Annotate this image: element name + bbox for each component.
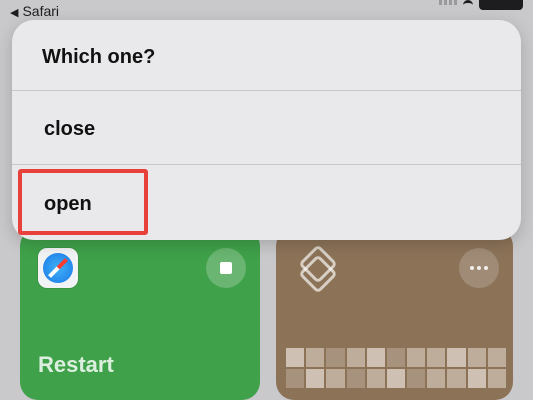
cellular-signal-icon (439, 0, 457, 6)
shortcut-title: Restart (38, 352, 114, 377)
option-label: close (44, 118, 96, 140)
highlight-box (18, 169, 148, 235)
safari-icon (38, 248, 78, 288)
dialog-title: Which one? (42, 46, 156, 68)
back-app-label: Safari (22, 3, 60, 19)
stop-button[interactable] (206, 248, 246, 288)
wifi-icon (463, 0, 473, 9)
more-button[interactable] (459, 248, 499, 288)
option-close[interactable]: close (12, 91, 521, 164)
shortcut-tile-restart[interactable]: Restart (20, 228, 260, 400)
stop-icon (220, 262, 232, 274)
system-icons (439, 0, 523, 10)
back-to-app-link[interactable]: ◀ Safari (10, 3, 59, 19)
blurred-shortcut-title (286, 348, 506, 388)
shortcut-tile-blurred[interactable] (276, 228, 513, 400)
more-icon (470, 266, 474, 270)
shortcuts-icon (296, 244, 338, 294)
back-triangle-icon: ◀ (10, 7, 19, 19)
battery-icon (479, 0, 523, 10)
